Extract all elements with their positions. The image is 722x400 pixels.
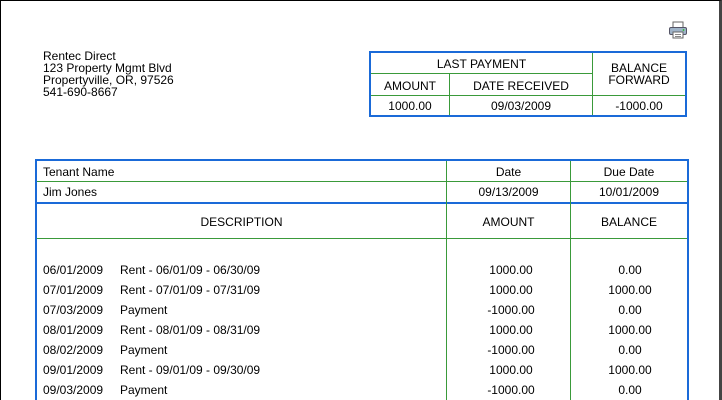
txn-description: Rent - 07/01/09 - 07/31/09 — [120, 283, 261, 297]
balance-forward-label-line2: FORWARD — [608, 73, 670, 87]
transaction-row: 08/02/2009 Payment -1000.00 0.00 — [37, 341, 687, 361]
txn-amount: -1000.00 — [487, 343, 535, 357]
txn-date: 07/03/2009 — [43, 303, 104, 317]
txn-date: 06/01/2009 — [43, 263, 104, 277]
due-date: 10/01/2009 — [598, 185, 660, 199]
printer-icon[interactable] — [668, 21, 688, 39]
statement-date: 09/13/2009 — [478, 185, 539, 199]
transaction-row: 08/01/2009 Rent - 08/01/09 - 08/31/09 10… — [37, 321, 687, 341]
last-payment-amount: 1000.00 — [388, 99, 432, 113]
txn-date: 08/02/2009 — [43, 343, 104, 357]
statement-page: Rentec Direct 123 Property Mgmt Blvd Pro… — [0, 0, 722, 400]
txn-amount: 1000.00 — [489, 263, 533, 277]
transaction-row: 06/01/2009 Rent - 06/01/09 - 06/30/09 10… — [37, 261, 687, 281]
txn-description: Rent - 09/01/09 - 09/30/09 — [120, 363, 261, 377]
description-header: DESCRIPTION — [200, 215, 283, 229]
balance-forward-label: BALANCE FORWARD — [593, 62, 685, 86]
company-phone: 541-690-8667 — [43, 85, 118, 99]
txn-balance: 0.00 — [618, 263, 642, 277]
last-payment-date: 09/03/2009 — [490, 99, 552, 113]
tenant-name-label: Tenant Name — [43, 165, 115, 179]
txn-amount: 1000.00 — [489, 323, 533, 337]
txn-amount: 1000.00 — [489, 283, 533, 297]
txn-amount: -1000.00 — [487, 303, 535, 317]
statement-date-label: Date — [495, 165, 522, 179]
txn-balance: 1000.00 — [608, 323, 652, 337]
last-payment-date-label: DATE RECEIVED — [473, 79, 569, 93]
txn-amount: -1000.00 — [487, 383, 535, 397]
last-payment-box: LAST PAYMENT AMOUNT DATE RECEIVED BALANC… — [369, 51, 687, 117]
txn-balance: 1000.00 — [608, 363, 652, 377]
txn-balance: 0.00 — [618, 343, 642, 357]
tenant-name: Jim Jones — [43, 185, 98, 199]
txn-date: 07/01/2009 — [43, 283, 104, 297]
balance-header: BALANCE — [600, 215, 658, 229]
txn-date: 09/01/2009 — [43, 363, 104, 377]
txn-description: Payment — [120, 303, 168, 317]
txn-balance: 0.00 — [618, 383, 642, 397]
transaction-row: 07/01/2009 Rent - 07/01/09 - 07/31/09 10… — [37, 281, 687, 301]
txn-balance: 0.00 — [618, 303, 642, 317]
company-info: Rentec Direct 123 Property Mgmt Blvd Pro… — [43, 50, 174, 98]
txn-description: Rent - 06/01/09 - 06/30/09 — [120, 263, 261, 277]
last-payment-amount-label: AMOUNT — [384, 79, 436, 93]
txn-balance: 1000.00 — [608, 283, 652, 297]
transaction-row: 09/01/2009 Rent - 09/01/09 - 09/30/09 10… — [37, 361, 687, 381]
balance-forward-value: -1000.00 — [615, 99, 663, 113]
txn-amount: 1000.00 — [489, 363, 533, 377]
txn-date: 08/01/2009 — [43, 323, 104, 337]
txn-description: Payment — [120, 383, 168, 397]
statement-table: Tenant Name Date Due Date Jim Jones 09/1… — [35, 159, 689, 400]
transaction-row: 09/03/2009 Payment -1000.00 0.00 — [37, 381, 687, 400]
txn-description: Payment — [120, 343, 168, 357]
last-payment-heading: LAST PAYMENT — [436, 57, 527, 71]
txn-description: Rent - 08/01/09 - 08/31/09 — [120, 323, 261, 337]
amount-header: AMOUNT — [482, 215, 535, 229]
transaction-row: 07/03/2009 Payment -1000.00 0.00 — [37, 301, 687, 321]
due-date-label: Due Date — [603, 165, 655, 179]
txn-date: 09/03/2009 — [43, 383, 104, 397]
